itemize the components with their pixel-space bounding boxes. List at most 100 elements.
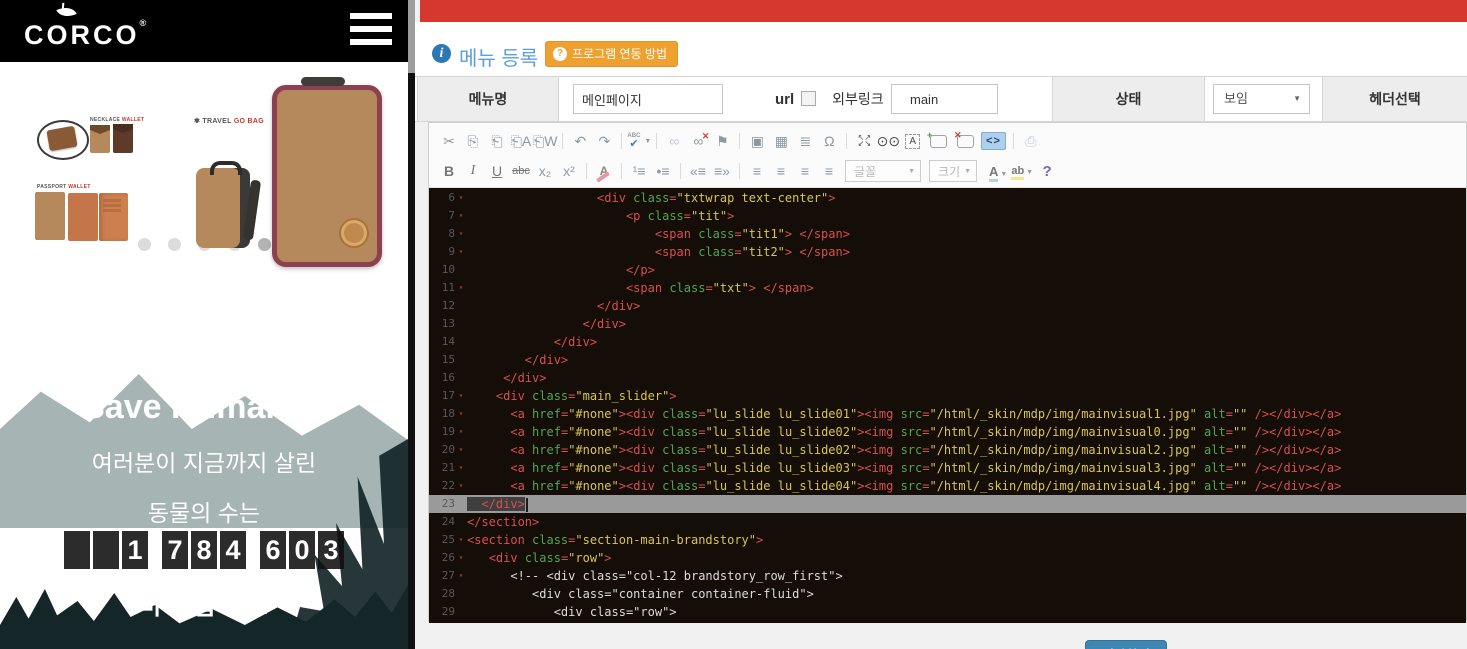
status-select[interactable]: 보임▼ xyxy=(1213,84,1310,114)
fold-arrow-icon[interactable]: ▾ xyxy=(455,243,467,261)
fold-arrow-icon[interactable]: ▾ xyxy=(455,207,467,225)
code-line-19[interactable]: 19▾ <a href="#none"><div class="lu_slide… xyxy=(429,423,1466,441)
undo-icon[interactable]: ↶ xyxy=(568,129,592,153)
fold-arrow-icon[interactable]: ▾ xyxy=(455,405,467,423)
code-line-13[interactable]: 13 </div> xyxy=(429,315,1466,333)
code-line-11[interactable]: 11▾ <span class="txt"> </span> xyxy=(429,279,1466,297)
align-right-icon[interactable]: ≡ xyxy=(793,159,817,183)
anchor-flag-icon[interactable]: ⚑ xyxy=(710,129,734,153)
remove-format-icon[interactable]: A xyxy=(592,164,616,178)
text-color-icon[interactable]: A▼ xyxy=(987,164,1009,179)
remove-comment-icon[interactable]: ✕ xyxy=(957,135,974,148)
fold-arrow-icon[interactable]: ▾ xyxy=(455,567,467,585)
slider-dot[interactable] xyxy=(168,238,181,251)
toolbar-separator xyxy=(739,133,740,149)
info-icon: i xyxy=(432,44,451,63)
bold-icon[interactable]: B xyxy=(437,159,461,183)
code-line-22[interactable]: 22▾ <a href="#none"><div class="lu_slide… xyxy=(429,477,1466,495)
find-replace-icon[interactable]: ⊙⊙ xyxy=(876,129,900,153)
size-select[interactable]: 크기▼ xyxy=(929,160,977,182)
redo-icon[interactable]: ↷ xyxy=(592,129,616,153)
code-line-10[interactable]: 10 </p> xyxy=(429,261,1466,279)
fold-arrow-icon[interactable]: ▾ xyxy=(455,459,467,477)
horizontal-line-icon[interactable]: ≣ xyxy=(793,129,817,153)
paste-word-icon[interactable]: ⎗W xyxy=(533,129,557,153)
about-icon[interactable]: ? xyxy=(1035,159,1059,183)
code-line-23[interactable]: 23 </div> xyxy=(429,495,1466,513)
code-line-24[interactable]: 24</section> xyxy=(429,513,1466,531)
url-input[interactable] xyxy=(891,84,998,114)
code-line-17[interactable]: 17▾ <div class="main_slider"> xyxy=(429,387,1466,405)
hamburger-menu-icon[interactable] xyxy=(350,13,392,47)
align-justify-icon[interactable]: ≡ xyxy=(817,159,841,183)
slider-dot[interactable] xyxy=(258,238,271,251)
registered-mark: ® xyxy=(140,18,147,28)
slider-dot[interactable] xyxy=(138,238,151,251)
align-center-icon[interactable]: ≡ xyxy=(769,159,793,183)
small-backpack-image xyxy=(196,168,250,248)
code-line-28[interactable]: 28 <div class="container container-fluid… xyxy=(429,585,1466,603)
underline-icon[interactable]: U xyxy=(485,159,509,183)
code-line-29[interactable]: 29 <div class="row"> xyxy=(429,603,1466,621)
fold-arrow-icon[interactable]: ▾ xyxy=(455,225,467,243)
fold-arrow-icon[interactable]: ▾ xyxy=(455,531,467,549)
code-line-25[interactable]: 25▾<section class="section-main-brandsto… xyxy=(429,531,1466,549)
bulleted-list-icon[interactable]: •≡ xyxy=(651,159,675,183)
fold-arrow-icon[interactable]: ▾ xyxy=(455,189,467,207)
fold-arrow-icon[interactable]: ▾ xyxy=(455,441,467,459)
url-label: url xyxy=(775,91,794,108)
menu-name-input[interactable] xyxy=(573,84,723,114)
align-left-icon[interactable]: ≡ xyxy=(745,159,769,183)
superscript-icon[interactable]: x² xyxy=(557,159,581,183)
special-char-icon[interactable]: Ω xyxy=(817,129,841,153)
image-icon[interactable]: ▣ xyxy=(745,129,769,153)
copy-icon[interactable]: ⎘ xyxy=(461,129,485,153)
external-link-checkbox[interactable] xyxy=(801,91,816,106)
select-all-icon[interactable]: A xyxy=(905,134,920,149)
preview-scrollbar[interactable] xyxy=(408,0,415,649)
fold-arrow-icon[interactable]: ▾ xyxy=(455,549,467,567)
code-line-6[interactable]: 6▾ <div class="txtwrap text-center"> xyxy=(429,189,1466,207)
code-line-14[interactable]: 14 </div> xyxy=(429,333,1466,351)
bg-color-icon[interactable]: ab▼ xyxy=(1009,165,1035,177)
program-link-help-button[interactable]: ?프로그램 연동 방법 xyxy=(545,41,678,67)
source-code-area[interactable]: 6▾ <div class="txtwrap text-center">7▾ <… xyxy=(429,188,1466,623)
code-line-16[interactable]: 16 </div> xyxy=(429,369,1466,387)
font-select[interactable]: 글꼴▼ xyxy=(845,160,921,182)
code-line-9[interactable]: 9▾ <span class="tit2"> </span> xyxy=(429,243,1466,261)
strikethrough-icon[interactable]: abc xyxy=(509,159,533,183)
fold-arrow-icon[interactable]: ▾ xyxy=(455,279,467,297)
numbered-list-icon[interactable]: ¹≡ xyxy=(627,159,651,183)
code-line-8[interactable]: 8▾ <span class="tit1"> </span> xyxy=(429,225,1466,243)
save-button[interactable]: 저장하기 xyxy=(1085,640,1167,649)
italic-icon[interactable]: I xyxy=(461,159,485,183)
outdent-icon[interactable]: «≡ xyxy=(686,159,710,183)
code-line-7[interactable]: 7▾ <p class="tit"> xyxy=(429,207,1466,225)
fold-arrow-icon[interactable]: ▾ xyxy=(455,423,467,441)
fold-arrow-icon[interactable]: ▾ xyxy=(455,477,467,495)
print-icon[interactable]: ⎙ xyxy=(1019,129,1043,153)
paste-text-icon[interactable]: ⎗A xyxy=(509,129,533,153)
code-line-20[interactable]: 20▾ <a href="#none"><div class="lu_slide… xyxy=(429,441,1466,459)
code-line-30[interactable]: 30 <div class="col-12 brandstory_row_fir… xyxy=(429,621,1466,623)
code-line-12[interactable]: 12 </div> xyxy=(429,297,1466,315)
unlink-icon[interactable]: ∞✕ xyxy=(686,133,710,149)
indent-icon[interactable]: ≡» xyxy=(710,159,734,183)
add-comment-icon[interactable]: + xyxy=(930,135,947,148)
preview-scrollbar-thumb[interactable] xyxy=(408,0,415,73)
code-line-26[interactable]: 26▾ <div class="row"> xyxy=(429,549,1466,567)
code-line-15[interactable]: 15 </div> xyxy=(429,351,1466,369)
code-line-21[interactable]: 21▾ <a href="#none"><div class="lu_slide… xyxy=(429,459,1466,477)
table-icon[interactable]: ▦ xyxy=(769,129,793,153)
subscript-icon[interactable]: x₂ xyxy=(533,159,557,183)
scissors-icon[interactable]: ✂ xyxy=(437,129,461,153)
link-icon[interactable]: ∞ xyxy=(662,129,686,153)
maximize-icon[interactable]: ↖↗↙↘ xyxy=(852,135,876,147)
source-button[interactable]: <> xyxy=(981,132,1006,150)
line-number: 8 xyxy=(429,225,455,243)
code-line-18[interactable]: 18▾ <a href="#none"><div class="lu_slide… xyxy=(429,405,1466,423)
paste-icon[interactable]: ⎗ xyxy=(485,129,509,153)
spellcheck-icon[interactable]: ABC✔ xyxy=(627,133,640,150)
fold-arrow-icon[interactable]: ▾ xyxy=(455,387,467,405)
code-line-27[interactable]: 27▾ <!-- <div class="col-12 brandstory_r… xyxy=(429,567,1466,585)
